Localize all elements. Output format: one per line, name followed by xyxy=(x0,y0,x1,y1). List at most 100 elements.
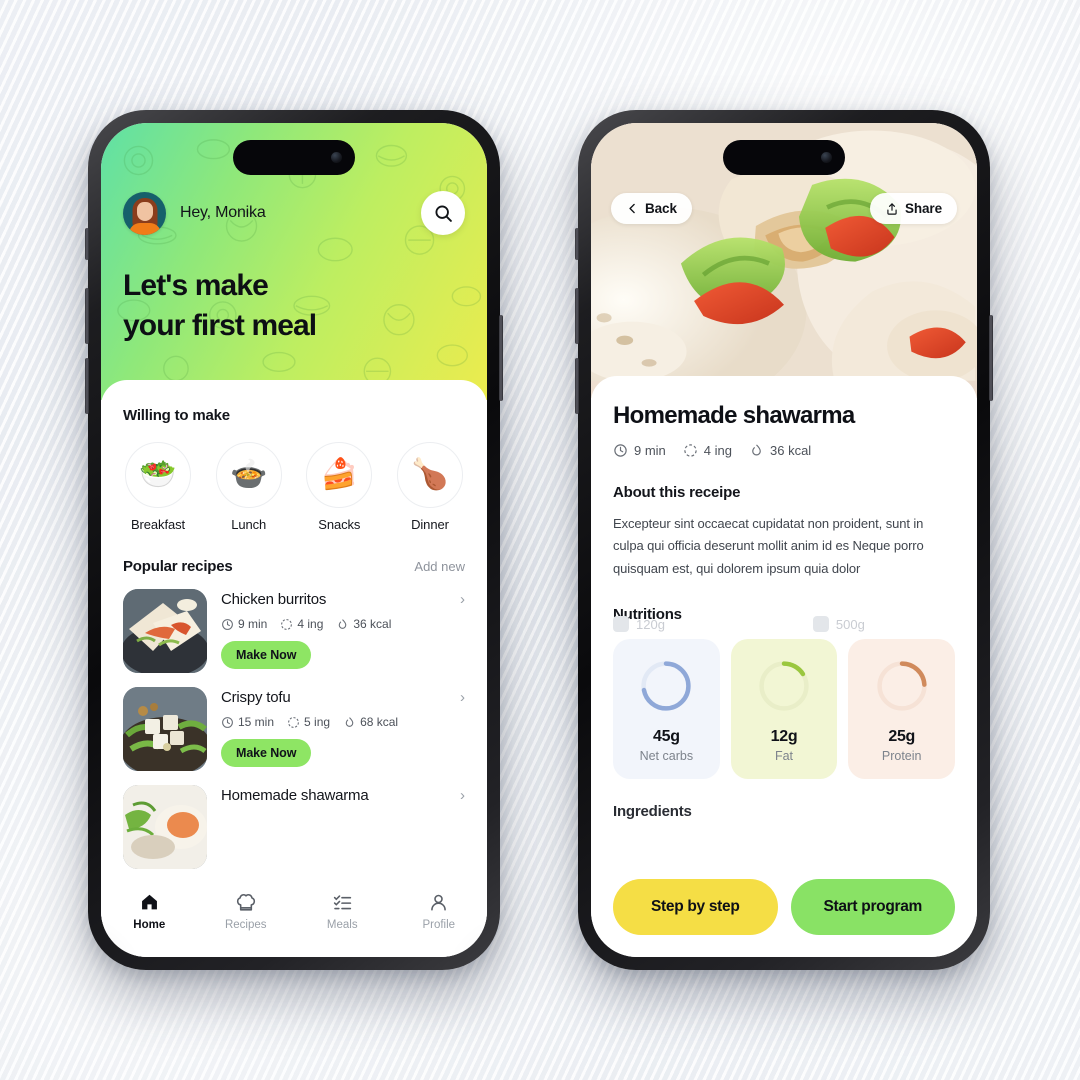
clock-icon xyxy=(614,444,627,457)
recipe-calories: 68 kcal xyxy=(343,715,398,729)
chevron-right-icon[interactable]: › xyxy=(460,788,465,803)
flame-icon xyxy=(339,618,347,629)
recipe-ing-value: 5 ing xyxy=(304,715,331,729)
ingredient-thumb xyxy=(812,616,829,632)
search-icon xyxy=(434,204,452,222)
recipe-kcal-value: 68 kcal xyxy=(360,715,399,729)
about-text: Excepteur sint occaecat cupidatat non pr… xyxy=(613,516,924,576)
tab-home[interactable]: Home xyxy=(113,891,185,931)
detail-action-bar: Step by step Start program xyxy=(613,879,955,935)
make-now-button[interactable]: Make Now xyxy=(221,641,312,669)
category-emoji: 🍰 xyxy=(320,458,358,491)
flame-icon xyxy=(345,716,354,727)
recipe-ingredients: 4 ing xyxy=(683,443,732,458)
share-upload-icon xyxy=(887,202,897,215)
table-row[interactable]: Chicken burritos › 9 min 4 ing 36 kcal M… xyxy=(123,589,465,673)
chevron-right-icon[interactable]: › xyxy=(460,690,465,705)
home-screen: Hey, Monika Let's make your first meal W… xyxy=(101,123,487,957)
step-by-step-button[interactable]: Step by step xyxy=(613,879,778,935)
category-breakfast[interactable]: 🥗 Breakfast xyxy=(123,442,193,532)
recipe-name: Chicken burritos xyxy=(221,591,327,608)
recipe-kcal-value: 36 kcal xyxy=(353,617,392,631)
phone-mockup-home: Hey, Monika Let's make your first meal W… xyxy=(85,110,503,970)
ingredients-list-preview: 120g 500g xyxy=(613,616,955,632)
category-lunch[interactable]: 🍲 Lunch xyxy=(214,442,284,532)
chevron-left-icon xyxy=(629,203,635,214)
shawarma-photo xyxy=(123,785,207,869)
volume-down-button xyxy=(575,358,579,414)
popular-recipes-header: Popular recipes Add new xyxy=(123,558,465,575)
nutrition-label: Protein xyxy=(881,749,922,764)
home-screen-viewport: Hey, Monika Let's make your first meal W… xyxy=(101,123,487,957)
clock-icon xyxy=(222,618,233,630)
front-camera-icon xyxy=(821,152,832,163)
category-emoji: 🍗 xyxy=(411,458,449,491)
tab-profile[interactable]: Profile xyxy=(403,891,475,931)
recipe-list: Chicken burritos › 9 min 4 ing 36 kcal M… xyxy=(123,589,465,869)
ingredients-dashed-circle-icon xyxy=(281,618,293,630)
make-now-button[interactable]: Make Now xyxy=(221,739,312,767)
fat-ring-icon xyxy=(755,657,813,715)
chevron-right-icon[interactable]: › xyxy=(460,592,465,607)
tab-label: Home xyxy=(133,919,166,931)
protein-ring-icon xyxy=(873,657,931,715)
nutrition-card-protein: 25g Protein xyxy=(848,639,956,780)
ingredient-amount: 120g xyxy=(636,616,665,632)
recipe-title-row: Crispy tofu › xyxy=(221,689,465,706)
category-list: 🥗 Breakfast 🍲 Lunch 🍰 Snacks 🍗 Dinner xyxy=(123,442,465,532)
search-button[interactable] xyxy=(421,191,465,235)
recipe-kcal-value: 36 kcal xyxy=(770,443,812,458)
avatar[interactable] xyxy=(123,191,166,235)
category-label: Dinner xyxy=(411,517,449,532)
category-emoji: 🥗 xyxy=(139,458,177,491)
recipe-meta: 9 min 4 ing 36 kcal xyxy=(221,617,465,631)
nutrition-value: 12g xyxy=(770,728,798,746)
start-program-button[interactable]: Start program xyxy=(790,879,955,935)
page-title: Let's make your first meal xyxy=(123,269,317,342)
recipe-ing-value: 4 ing xyxy=(297,617,324,631)
tab-label: Recipes xyxy=(224,919,267,931)
recipe-time-value: 9 min xyxy=(238,617,268,631)
share-button[interactable]: Share xyxy=(869,193,957,224)
detail-screen-viewport: Back Share Homemade shawarma 9 min 4 ing… xyxy=(591,123,977,957)
recipe-info: Crispy tofu › 15 min 5 ing 68 kcal Make … xyxy=(221,687,465,771)
popular-section-title: Popular recipes xyxy=(123,558,233,575)
dynamic-island xyxy=(233,140,355,175)
willing-section-title: Willing to make xyxy=(123,407,230,424)
category-emoji: 🍲 xyxy=(229,458,268,491)
back-button[interactable]: Back xyxy=(611,193,692,224)
breakfast-bowl-icon: 🥗 xyxy=(125,442,191,508)
checklist-icon xyxy=(306,891,378,914)
home-content-sheet: Willing to make 🥗 Breakfast 🍲 Lunch 🍰 Sn… xyxy=(101,380,487,957)
ingredients-dashed-circle-icon xyxy=(288,716,299,728)
ingredients-heading: Ingredients xyxy=(613,803,692,821)
dynamic-island xyxy=(723,140,845,175)
avatar-face xyxy=(136,201,153,221)
category-dinner[interactable]: 🍗 Dinner xyxy=(395,442,465,532)
nutrition-label: Net carbs xyxy=(639,749,694,764)
tab-recipes[interactable]: Recipes xyxy=(210,891,282,931)
bottom-navigation: Home Recipes Meals Profile xyxy=(101,879,487,957)
add-new-link[interactable]: Add new xyxy=(414,559,465,574)
recipe-info: Homemade shawarma › xyxy=(221,785,465,869)
recipe-thumbnail xyxy=(123,687,207,771)
recipe-title: Homemade shawarma xyxy=(613,402,855,429)
ingredient-thumb xyxy=(613,616,629,632)
lunch-plate-icon: 🍲 xyxy=(215,442,282,508)
recipe-title-row: Homemade shawarma › xyxy=(221,787,465,804)
category-label: Snacks xyxy=(318,517,361,532)
tab-meals[interactable]: Meals xyxy=(306,891,378,931)
nutrition-label: Fat xyxy=(774,749,794,764)
volume-down-button xyxy=(85,358,89,414)
tab-label: Meals xyxy=(326,919,358,931)
recipe-meta: 15 min 5 ing 68 kcal xyxy=(221,715,465,729)
table-row[interactable]: Crispy tofu › 15 min 5 ing 68 kcal Make … xyxy=(123,687,465,771)
table-row[interactable]: Homemade shawarma › xyxy=(123,785,465,869)
snacks-cake-icon: 🍰 xyxy=(306,442,373,508)
clock-icon xyxy=(222,716,233,728)
recipe-detail-sheet: Homemade shawarma 9 min 4 ing 36 kcal Ab… xyxy=(591,376,977,957)
hero-action-bar: Back Share xyxy=(591,193,977,224)
phone-mockup-detail: Back Share Homemade shawarma 9 min 4 ing… xyxy=(575,110,993,970)
category-snacks[interactable]: 🍰 Snacks xyxy=(304,442,374,532)
burrito-photo xyxy=(123,589,207,673)
